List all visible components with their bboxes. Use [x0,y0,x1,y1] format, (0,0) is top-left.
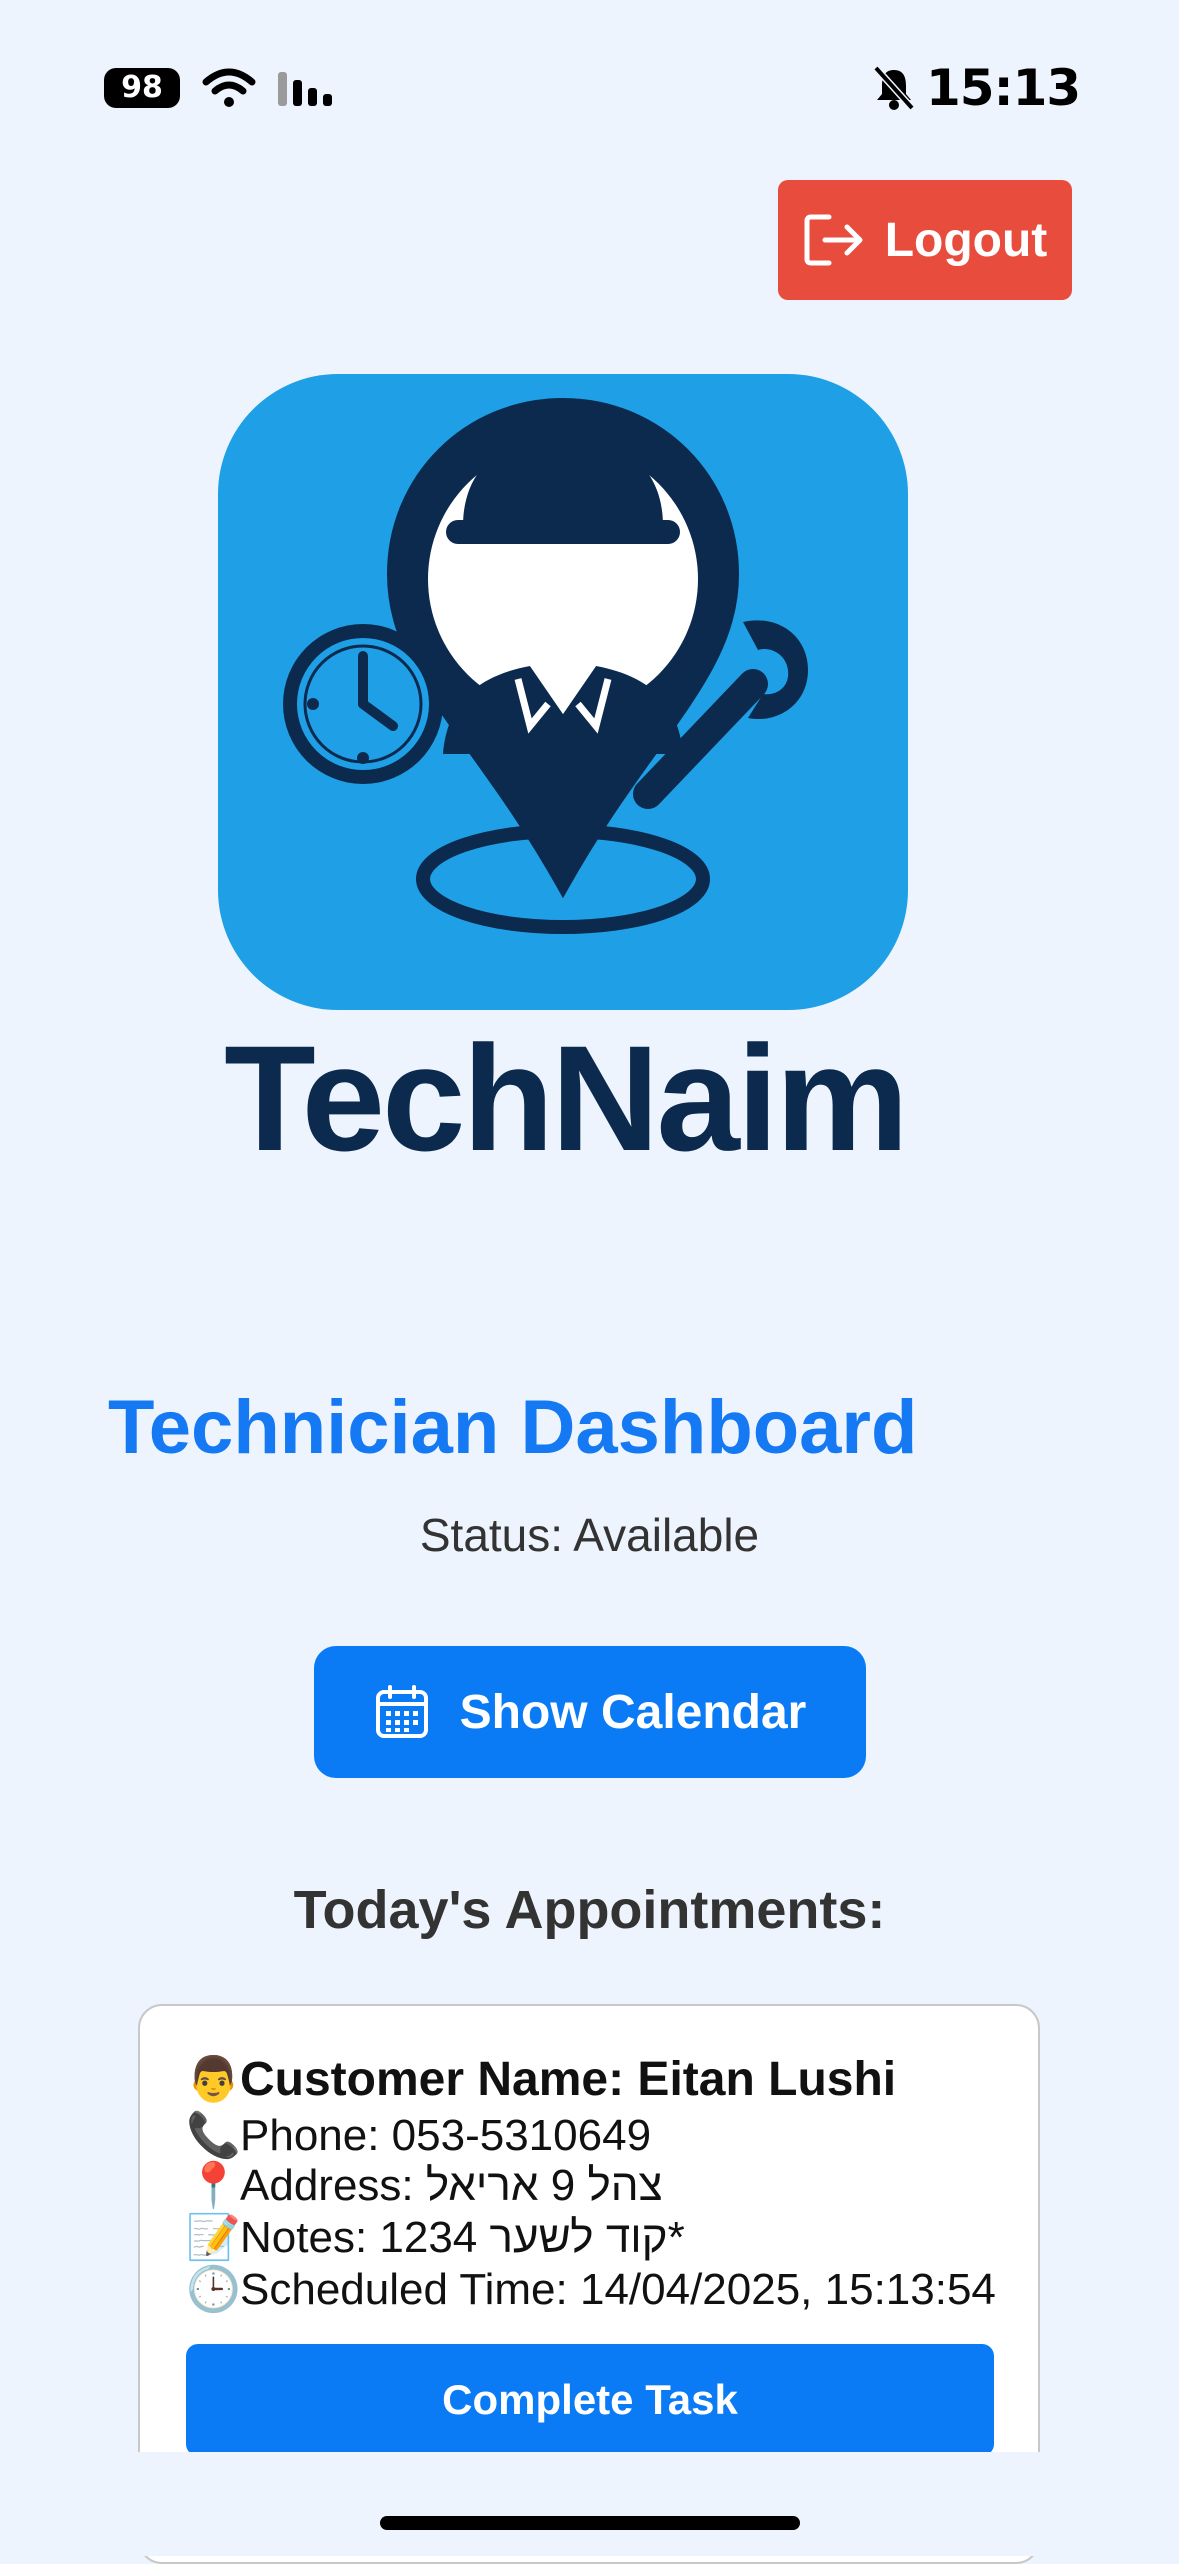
phone-line: 📞 Phone: 053-5310649 [186,2110,651,2162]
person-icon: 👨 [186,2054,241,2105]
bottom-safe-area [0,2452,1179,2556]
customer-phone: Phone: 053-5310649 [240,2111,652,2160]
notes-line: 📝 Notes: 1234 קוד לשער* [186,2212,685,2264]
battery-indicator: 98 [104,68,180,108]
appointments-heading: Today's Appointments: [293,1880,886,1940]
brand-name: TechNaim [224,1014,909,1182]
technician-logo-icon [283,397,808,934]
status-bar: 98 15:13 [0,0,1179,180]
logout-button[interactable]: Logout [778,180,1072,300]
technician-status: Status: Available [419,1509,760,1561]
calendar-icon [375,1685,428,1738]
bell-muted-icon [873,65,915,111]
app-logo [218,374,908,1010]
cellular-signal-icon [278,72,332,106]
logout-icon [804,214,863,266]
customer-address: Address: צהל 9 אריאל [240,2161,663,2210]
clock-icon: 🕒 [186,2264,241,2315]
home-indicator[interactable] [380,2516,800,2530]
scheduled-time: Scheduled Time: 14/04/2025, 15:13:54 [240,2265,996,2314]
wifi-icon [202,68,256,107]
page-title: Technician Dashboard [108,1385,918,1470]
status-clock: 15:13 [926,59,1081,117]
customer-name-line: 👨 Customer Name: Eitan Lushi [186,2054,896,2106]
complete-task-button[interactable]: Complete Task [186,2344,994,2456]
phone-icon: 📞 [186,2110,241,2161]
address-line: 📍 Address: צהל 9 אריאל [186,2160,663,2212]
show-calendar-label: Show Calendar [459,1685,807,1739]
appointment-notes: Notes: 1234 קוד לשער* [240,2213,685,2262]
show-calendar-button[interactable]: Show Calendar [314,1646,866,1778]
memo-icon: 📝 [186,2212,241,2263]
customer-name: Customer Name: Eitan Lushi [240,2053,897,2106]
logout-label: Logout [884,213,1048,267]
scheduled-time-line: 🕒 Scheduled Time: 14/04/2025, 15:13:54 [186,2264,996,2316]
pin-icon: 📍 [186,2160,241,2211]
